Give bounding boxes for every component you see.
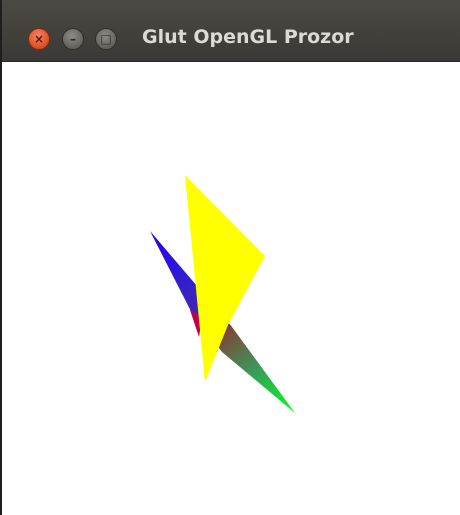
window-title: Glut OpenGL Prozor <box>142 26 354 48</box>
opengl-scene <box>150 175 295 413</box>
maximize-button[interactable]: □ <box>95 28 117 50</box>
glut-window: × – □ Glut OpenGL Prozor <box>0 0 460 515</box>
close-button[interactable]: × <box>28 28 50 50</box>
close-icon: × <box>33 32 45 46</box>
minimize-icon: – <box>70 32 76 46</box>
maximize-icon: □ <box>100 32 112 46</box>
minimize-button[interactable]: – <box>62 28 84 50</box>
window-titlebar[interactable]: × – □ Glut OpenGL Prozor <box>2 0 460 62</box>
opengl-canvas[interactable] <box>2 62 460 515</box>
